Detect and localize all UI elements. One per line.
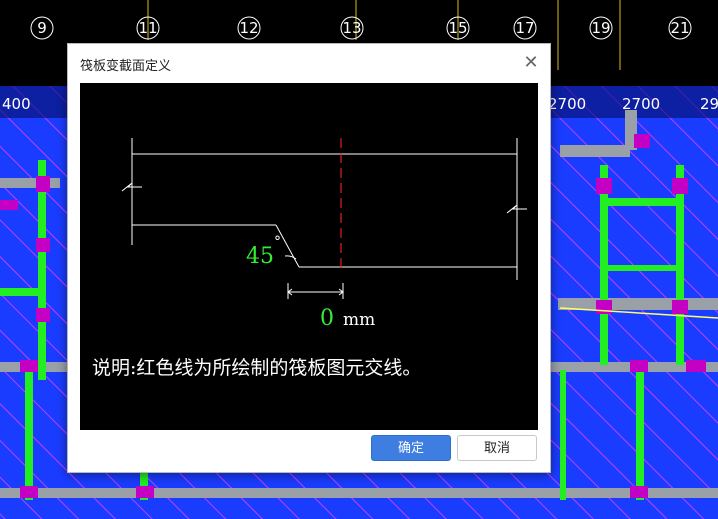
ok-button[interactable]: 确定 xyxy=(371,435,451,461)
close-icon[interactable]: ✕ xyxy=(520,52,542,74)
section-diagram: 45 ° 0 mm 说明:红色线为所绘制的筏板图元交线。 xyxy=(80,83,538,430)
axis-label: 19 xyxy=(591,19,611,37)
dimension-label: 400 xyxy=(2,95,31,113)
degree-symbol: ° xyxy=(274,234,281,250)
axis-label: 13 xyxy=(342,19,362,37)
dimension-label: 2700 xyxy=(548,95,587,113)
axis-label: 21 xyxy=(670,19,690,37)
raft-section-dialog: 筏板变截面定义 ✕ 45 ° 0 mm 说明:红色线为所绘制的筏板图元交线。 确… xyxy=(67,43,551,473)
axis-label: 17 xyxy=(515,19,535,37)
axis-label: 11 xyxy=(138,19,158,37)
dimension-label: 29 xyxy=(700,95,718,113)
dimension-label: 2700 xyxy=(622,95,661,113)
dialog-title: 筏板变截面定义 xyxy=(80,59,172,74)
cancel-button[interactable]: 取消 xyxy=(457,435,537,461)
axis-label: 12 xyxy=(239,19,259,37)
section-diagram-svg: 45 ° 0 mm 说明:红色线为所绘制的筏板图元交线。 xyxy=(92,138,527,379)
note-text: 说明:红色线为所绘制的筏板图元交线。 xyxy=(92,357,421,379)
axis-label: 15 xyxy=(448,19,468,37)
unit-label: mm xyxy=(343,310,375,330)
width-value: 0 xyxy=(320,306,334,331)
axis-label: 9 xyxy=(37,19,47,37)
angle-value: 45 xyxy=(246,244,274,269)
